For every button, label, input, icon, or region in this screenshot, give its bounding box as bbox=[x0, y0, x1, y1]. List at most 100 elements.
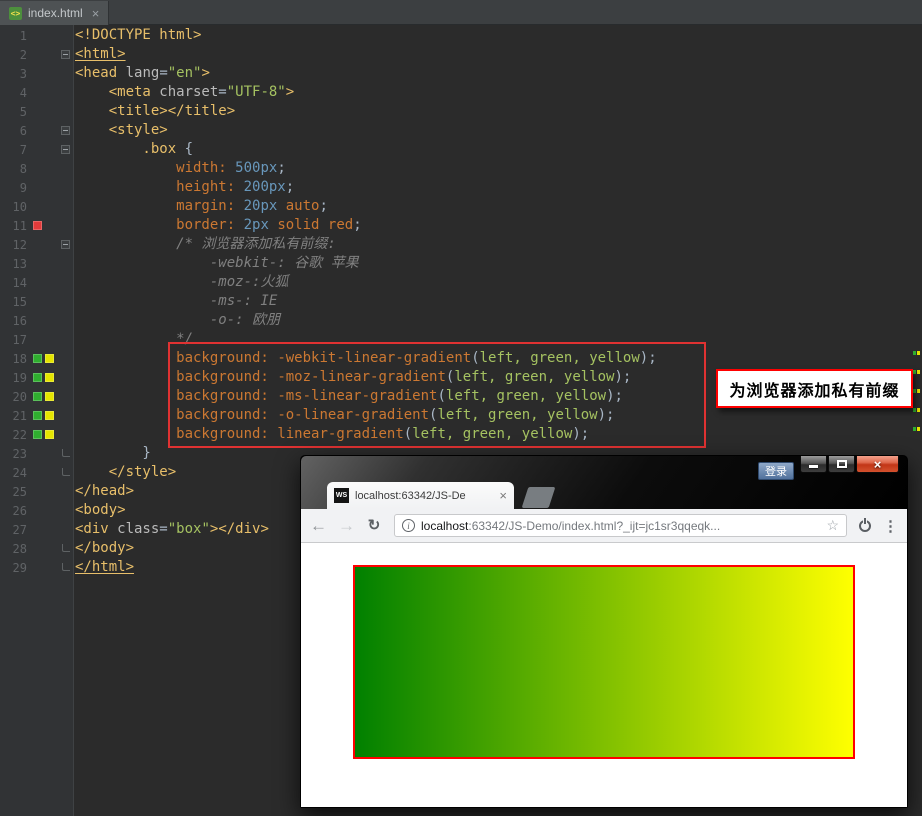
browser-tab[interactable]: WS localhost:63342/JS-De × bbox=[327, 482, 514, 509]
code-token: ( bbox=[471, 350, 479, 366]
color-swatch[interactable] bbox=[33, 411, 42, 420]
code-line[interactable]: <style> bbox=[75, 121, 922, 140]
gutter-line: 12 bbox=[0, 235, 73, 254]
color-swatch[interactable] bbox=[45, 354, 54, 363]
editor-tab-index-html[interactable]: <> index.html × bbox=[0, 1, 109, 25]
gutter-line: 10 bbox=[0, 197, 73, 216]
line-number: 24 bbox=[0, 466, 27, 480]
code-token: "en" bbox=[168, 65, 202, 81]
extension-power-icon[interactable] bbox=[859, 520, 871, 532]
fold-end-icon bbox=[62, 544, 70, 552]
line-number: 21 bbox=[0, 409, 27, 423]
code-token: 200px bbox=[244, 179, 286, 195]
code-line[interactable]: background: -o-linear-gradient(left, gre… bbox=[75, 406, 922, 425]
code-line[interactable]: -o-: 欧朋 bbox=[75, 311, 922, 330]
code-line[interactable]: background: linear-gradient(left, green,… bbox=[75, 425, 922, 444]
stripe-mark[interactable] bbox=[917, 351, 920, 355]
line-number: 25 bbox=[0, 485, 27, 499]
new-tab-button[interactable] bbox=[522, 487, 556, 508]
code-token: ); bbox=[572, 426, 589, 442]
minimize-icon bbox=[809, 465, 818, 468]
color-swatch[interactable] bbox=[33, 221, 42, 230]
code-token: 500px bbox=[235, 160, 277, 176]
color-swatch[interactable] bbox=[45, 430, 54, 439]
code-line[interactable]: margin: 20px auto; bbox=[75, 197, 922, 216]
reload-button[interactable]: ↻ bbox=[366, 518, 382, 533]
stripe-mark[interactable] bbox=[917, 389, 920, 393]
browser-tab-title: localhost:63342/JS-De bbox=[355, 490, 493, 502]
code-line[interactable]: height: 200px; bbox=[75, 178, 922, 197]
stripe-mark[interactable] bbox=[917, 427, 920, 431]
code-token: left, green, yellow bbox=[437, 407, 597, 423]
line-number: 2 bbox=[0, 48, 27, 62]
bookmark-star-icon[interactable]: ☆ bbox=[826, 517, 839, 534]
gutter-line: 21 bbox=[0, 406, 73, 425]
code-token: "UTF-8" bbox=[227, 84, 286, 100]
line-number: 11 bbox=[0, 219, 27, 233]
color-swatch[interactable] bbox=[33, 373, 42, 382]
code-token: ; bbox=[319, 198, 327, 214]
code-token: <style> bbox=[75, 122, 168, 138]
line-number: 20 bbox=[0, 390, 27, 404]
color-swatch[interactable] bbox=[33, 430, 42, 439]
stripe-mark[interactable] bbox=[913, 370, 916, 374]
code-line[interactable]: <!DOCTYPE html> bbox=[75, 26, 922, 45]
line-number: 14 bbox=[0, 276, 27, 290]
stripe-mark[interactable] bbox=[917, 408, 920, 412]
line-number: 13 bbox=[0, 257, 27, 271]
gutter-line: 8 bbox=[0, 159, 73, 178]
back-button[interactable]: ← bbox=[310, 517, 326, 534]
page-info-icon[interactable]: i bbox=[402, 519, 415, 532]
close-button[interactable]: × bbox=[856, 456, 899, 473]
code-line[interactable]: background: -webkit-linear-gradient(left… bbox=[75, 349, 922, 368]
code-line[interactable]: <title></title> bbox=[75, 102, 922, 121]
code-line[interactable]: -webkit-: 谷歌 苹果 bbox=[75, 254, 922, 273]
code-line[interactable]: <head lang="en"> bbox=[75, 64, 922, 83]
color-swatch[interactable] bbox=[45, 392, 54, 401]
stripe-mark[interactable] bbox=[913, 389, 916, 393]
fold-collapse-icon[interactable] bbox=[61, 126, 70, 135]
code-line[interactable]: border: 2px solid red; bbox=[75, 216, 922, 235]
line-number: 26 bbox=[0, 504, 27, 518]
editor-tab-bar: <> index.html × bbox=[0, 0, 922, 25]
color-swatch[interactable] bbox=[33, 354, 42, 363]
color-swatch[interactable] bbox=[45, 373, 54, 382]
stripe-mark[interactable] bbox=[913, 408, 916, 412]
code-token: -webkit-linear-gradient bbox=[277, 350, 471, 366]
gutter-line: 3 bbox=[0, 64, 73, 83]
minimize-button[interactable] bbox=[800, 456, 827, 473]
color-swatch[interactable] bbox=[33, 392, 42, 401]
code-line[interactable]: <meta charset="UTF-8"> bbox=[75, 83, 922, 102]
browser-menu-icon[interactable]: ⋮ bbox=[883, 517, 898, 535]
gutter-line: 6 bbox=[0, 121, 73, 140]
code-line[interactable]: width: 500px; bbox=[75, 159, 922, 178]
stripe-mark[interactable] bbox=[917, 370, 920, 374]
tab-close-icon[interactable]: × bbox=[499, 489, 507, 502]
code-token: charset bbox=[151, 84, 218, 100]
code-line[interactable]: -moz-:火狐 bbox=[75, 273, 922, 292]
gutter-line: 19 bbox=[0, 368, 73, 387]
code-token: -ms-: IE bbox=[75, 293, 277, 309]
fold-collapse-icon[interactable] bbox=[61, 50, 70, 59]
code-line[interactable]: -ms-: IE bbox=[75, 292, 922, 311]
fold-collapse-icon[interactable] bbox=[61, 145, 70, 154]
code-line[interactable]: /* 浏览器添加私有前缀: bbox=[75, 235, 922, 254]
address-bar[interactable]: i localhost:63342/JS-Demo/index.html?_ij… bbox=[394, 514, 847, 537]
code-line[interactable]: <html> bbox=[75, 45, 922, 64]
gutter-line: 23 bbox=[0, 444, 73, 463]
maximize-button[interactable] bbox=[828, 456, 855, 473]
gutter-line: 20 bbox=[0, 387, 73, 406]
stripe-mark[interactable] bbox=[913, 351, 916, 355]
fold-collapse-icon[interactable] bbox=[61, 240, 70, 249]
code-line[interactable]: .box { bbox=[75, 140, 922, 159]
code-token: -o-linear-gradient bbox=[277, 407, 429, 423]
browser-titlebar: 登录 × WS localhost:63342/JS-De × bbox=[301, 456, 907, 509]
stripe-mark[interactable] bbox=[913, 427, 916, 431]
color-swatch[interactable] bbox=[45, 411, 54, 420]
code-line[interactable]: */ bbox=[75, 330, 922, 349]
code-token: /* 浏览器添加私有前缀: bbox=[75, 236, 336, 252]
signin-button[interactable]: 登录 bbox=[758, 462, 794, 480]
editor-tab-title: index.html bbox=[28, 6, 83, 20]
tab-close-icon[interactable]: × bbox=[92, 7, 100, 20]
code-token: <head bbox=[75, 65, 117, 81]
